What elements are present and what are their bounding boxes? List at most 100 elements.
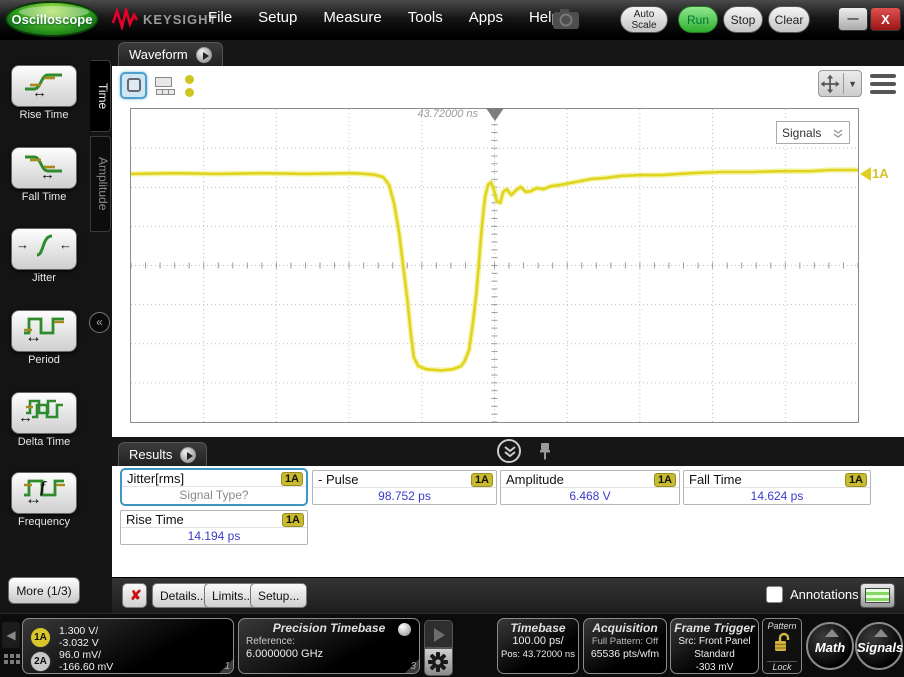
yellow-dot-icon (185, 88, 194, 97)
delete-measurement-button[interactable]: ✘ (122, 583, 147, 608)
more-measurements-button[interactable]: More (1/3) (8, 577, 80, 604)
logo-label: Oscilloscope (12, 12, 93, 27)
channel-2A-offset: -166.60 mV (59, 662, 113, 674)
oscilloscope-app: Oscilloscope KEYSIGHT File Setup Measure… (0, 0, 904, 677)
yellow-dot-icon (185, 75, 194, 84)
fall-time-icon[interactable]: ↔ (11, 147, 77, 189)
waveform-tab[interactable]: Waveform (118, 42, 223, 66)
move-cross-icon (819, 72, 841, 96)
results-collapse-button[interactable] (497, 439, 521, 463)
trigger-marker-icon[interactable] (486, 108, 504, 121)
gear-icon (427, 651, 449, 673)
setup-button[interactable]: Setup... (250, 583, 307, 608)
waveform-tab-row: Waveform (112, 40, 904, 66)
channel-1A-offset: -3.032 V (59, 638, 99, 650)
run-button[interactable]: Run (678, 6, 718, 33)
double-arrow-icon: ↔ (25, 489, 42, 509)
menu-apps[interactable]: Apps (469, 9, 503, 26)
grid-view-icon (155, 77, 172, 87)
menu-setup[interactable]: Setup (258, 9, 297, 26)
result-card-fall-time[interactable]: Fall Time 1A 14.624 ps (683, 470, 871, 505)
menu-icon[interactable] (870, 70, 896, 97)
delta-time-icon[interactable]: ↔ (11, 392, 77, 434)
math-button[interactable]: Math (806, 622, 854, 670)
trigger-position-label: 43.72000 ns (417, 108, 478, 120)
result-card-jitter[interactable]: Jitter[rms] 1A Signal Type? (120, 468, 308, 506)
open-padlock-icon (772, 632, 792, 654)
sidebar-item-fall-time[interactable]: ↔ Fall Time (0, 147, 88, 203)
grid-view-button[interactable] (151, 72, 178, 99)
acquisition-panel[interactable]: Acquisition Full Pattern: Off 65536 pts/… (583, 618, 667, 674)
results-panel: Jitter[rms] 1A Signal Type? - Pulse 1A 9… (112, 466, 904, 577)
minimize-button[interactable]: — (838, 7, 868, 31)
channel-2A-scale: 96.0 mV/ (59, 650, 113, 662)
menu-measure[interactable]: Measure (323, 9, 381, 26)
double-arrow-icon: ↔ (25, 327, 42, 347)
sidebar-item-delta-time[interactable]: ↔ Delta Time (0, 392, 88, 448)
keyboard-toggle-button[interactable] (860, 583, 895, 608)
panel-grid-icon[interactable] (4, 654, 20, 664)
menu-tools[interactable]: Tools (408, 9, 443, 26)
pan-zoom-button[interactable]: ▼ (818, 70, 862, 97)
main-content: Waveform (112, 40, 904, 613)
measurement-sidebar: ↔ Rise Time ↔ Fall Time → ← (0, 40, 88, 613)
menu-file[interactable]: File (208, 9, 232, 26)
signals-dropdown[interactable]: Signals (776, 121, 850, 144)
jitter-icon[interactable]: → ← (11, 228, 77, 270)
single-view-button[interactable] (120, 72, 147, 99)
panel-play-button[interactable] (424, 620, 453, 648)
pattern-lock-button[interactable]: Pattern Lock (762, 618, 802, 674)
period-icon[interactable]: ↔ (11, 310, 77, 352)
channel-1A-row[interactable]: 1A 1.300 V/ -3.032 V (30, 626, 99, 649)
status-bar: ◀ 1A 1.300 V/ -3.032 V 2A 96.0 mV/ -166.… (0, 613, 904, 677)
waveform-panel: ▼ 43.72000 ns Signals (112, 66, 904, 437)
channel-1A-badge[interactable]: 1A (30, 627, 51, 648)
double-chevron-down-icon (832, 127, 844, 139)
panel-scroll-left-button[interactable]: ◀ (2, 622, 20, 648)
waveform-tab-play-icon[interactable] (196, 47, 212, 63)
channels-panel[interactable]: 1A 1.300 V/ -3.032 V 2A 96.0 mV/ -166.60… (22, 618, 234, 674)
tab-time[interactable]: Time (90, 60, 111, 132)
channel-1A-marker[interactable]: 1A (860, 166, 889, 181)
camera-icon[interactable] (550, 8, 582, 30)
right-arrow-icon: → (16, 237, 29, 252)
sidebar-item-frequency[interactable]: f ↔ Frequency (0, 472, 88, 528)
title-bar: Oscilloscope KEYSIGHT File Setup Measure… (0, 0, 904, 40)
signals-button[interactable]: Signals (855, 622, 903, 670)
close-button[interactable]: X (870, 7, 901, 31)
chevron-down-icon: ▼ (844, 79, 861, 89)
sidebar-item-jitter[interactable]: → ← Jitter (0, 228, 88, 284)
settings-gear-button[interactable] (424, 648, 453, 676)
result-card-pulse[interactable]: - Pulse 1A 98.752 ps (312, 470, 497, 505)
oscilloscope-logo[interactable]: Oscilloscope (5, 1, 99, 37)
result-card-amplitude[interactable]: Amplitude 1A 6.468 V (500, 470, 680, 505)
precision-timebase-panel[interactable]: Precision Timebase Reference: 6.0000000 … (238, 618, 420, 674)
sidebar-item-rise-time[interactable]: ↔ Rise Time (0, 65, 88, 121)
frequency-icon[interactable]: f ↔ (11, 472, 77, 514)
single-view-icon (127, 78, 141, 92)
status-indicator-icon (398, 623, 411, 636)
view-indicator-dots (182, 72, 194, 97)
source-badge: 1A (282, 513, 304, 527)
waveform-plot[interactable]: 43.72000 ns Signals (130, 108, 859, 423)
auto-scale-button[interactable]: Auto Scale (620, 6, 668, 33)
category-tabstrip: Time Amplitude « (88, 40, 112, 613)
double-arrow-icon: ↔ (40, 166, 55, 183)
channel-2A-row[interactable]: 2A 96.0 mV/ -166.60 mV (30, 650, 113, 673)
pin-icon[interactable] (537, 441, 553, 461)
result-card-rise-time[interactable]: Rise Time 1A 14.194 ps (120, 510, 308, 545)
sidebar-collapse-button[interactable]: « (89, 312, 110, 333)
clear-button[interactable]: Clear (768, 6, 810, 33)
channel-2A-badge[interactable]: 2A (30, 651, 51, 672)
stop-button[interactable]: Stop (723, 6, 763, 33)
annotations-checkbox[interactable] (766, 586, 783, 603)
timebase-panel[interactable]: Timebase 100.00 ps/ Pos: 43.72000 ns (497, 618, 579, 674)
results-tab-play-icon[interactable] (180, 447, 196, 463)
results-tab[interactable]: Results (118, 442, 207, 466)
sidebar-item-period[interactable]: ↔ Period (0, 310, 88, 366)
tab-amplitude[interactable]: Amplitude (90, 136, 111, 232)
frame-trigger-panel[interactable]: Frame Trigger Src: Front Panel Standard … (670, 618, 759, 674)
keysight-spark-icon (112, 8, 138, 30)
menu-bar: File Setup Measure Tools Apps Help (208, 9, 560, 26)
rise-time-icon[interactable]: ↔ (11, 65, 77, 107)
